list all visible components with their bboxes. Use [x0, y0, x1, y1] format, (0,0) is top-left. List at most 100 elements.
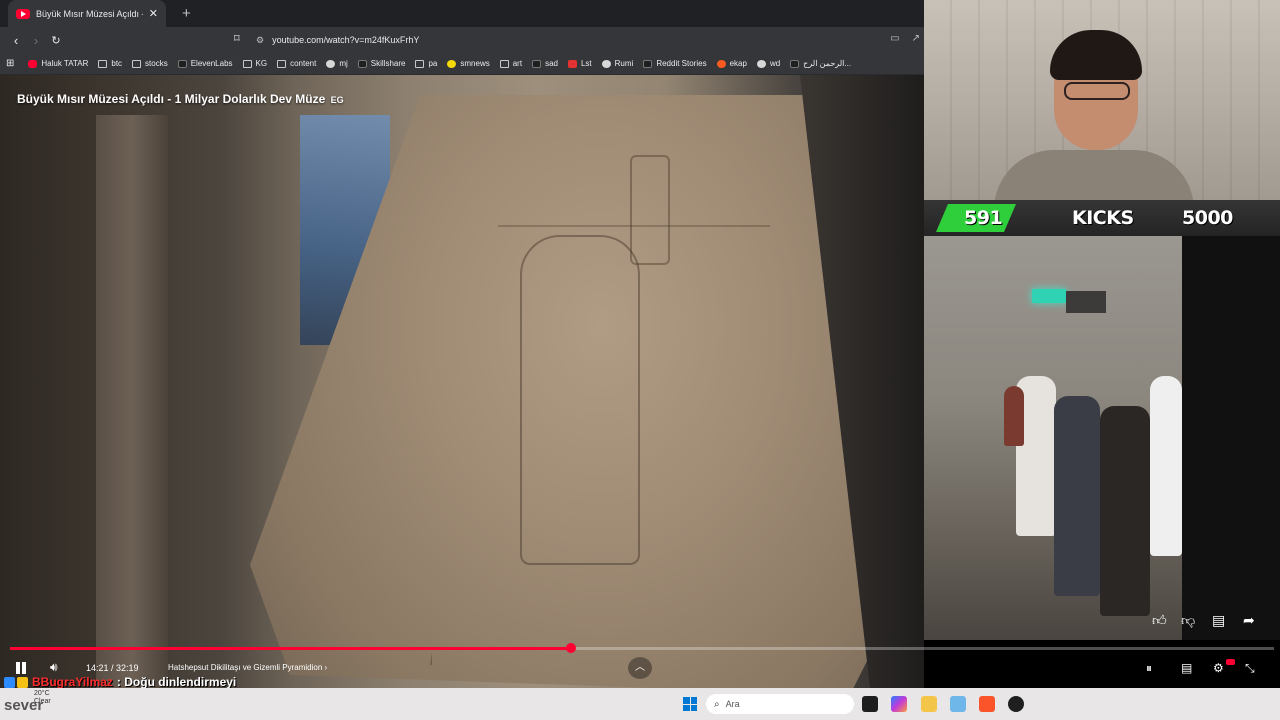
windows-taskbar: 20°C Clear sever ⌕ Ara: [0, 688, 1280, 720]
bookmark-item[interactable]: Reddit Stories: [643, 59, 707, 68]
bookmark-item[interactable]: KG: [242, 59, 267, 68]
relief-figure: [520, 235, 640, 565]
progress-bar[interactable]: [10, 643, 1274, 653]
pause-icon[interactable]: [14, 661, 28, 675]
youtube-favicon-icon: [16, 8, 30, 19]
apps-grid-icon[interactable]: ⊞: [6, 58, 14, 69]
bookmark-item[interactable]: sad: [532, 59, 558, 68]
app-icon[interactable]: [1008, 696, 1024, 712]
kicks-label: KICKS: [1072, 207, 1134, 229]
folder-icon: [499, 59, 509, 68]
back-arrow-icon[interactable]: ‹: [6, 33, 26, 48]
bookmark-item[interactable]: mj: [326, 59, 348, 68]
file-explorer-icon[interactable]: [921, 696, 937, 712]
address-bar[interactable]: ⚙ youtube.com/watch?v=m24fKuxFrhY: [256, 31, 916, 49]
windows-start-icon[interactable]: [683, 697, 697, 711]
autoplay-toggle[interactable]: ⏸: [1146, 661, 1152, 676]
task-view-icon[interactable]: [862, 696, 878, 712]
bookmark-item[interactable]: Rumi: [601, 59, 634, 68]
toolbar-right: ▭ ↗: [890, 33, 920, 44]
bookmarks-bar: ⊞ Haluk TATAR btc stocks ElevenLabs KG conten…: [0, 53, 924, 75]
kicks-current: 591: [964, 207, 1003, 229]
bookmark-label: Rumi: [614, 59, 634, 68]
site-icon: [790, 59, 800, 68]
share-icon[interactable]: ↗: [912, 33, 920, 44]
streamer-shirt: [994, 150, 1194, 200]
browser-toolbar: ‹ › ↻ ⌑ ⚙ youtube.com/watch?v=m24fKuxFrh…: [0, 27, 924, 53]
bookmark-item[interactable]: ElevenLabs: [177, 59, 233, 68]
comments-icon[interactable]: ▤: [1212, 612, 1225, 629]
search-icon: ⌕: [714, 698, 720, 710]
relief-crown: [630, 155, 670, 265]
like-icon[interactable]: 👍︎: [1152, 612, 1167, 629]
bookmark-item[interactable]: content: [277, 59, 316, 68]
bookmark-label: الرحمن الرح...: [803, 59, 852, 68]
video-title[interactable]: Büyük Mısır Müzesi Açıldı - 1 Milyar Dol…: [17, 92, 344, 106]
snipping-tool-icon[interactable]: [950, 696, 966, 712]
glasses: [1064, 82, 1130, 100]
bookmark-item[interactable]: btc: [98, 59, 122, 68]
share-arrow-icon[interactable]: ➦: [1243, 612, 1255, 629]
bookmark-item[interactable]: الرحمن الرح...: [790, 59, 851, 68]
chat-text: : Doğu dinlendirmeyi: [116, 675, 237, 689]
bookmark-label: mj: [339, 59, 348, 68]
folder-icon: [277, 59, 287, 68]
bookmark-label: content: [290, 59, 317, 68]
museum-pillar: [96, 115, 168, 688]
forward-arrow-icon[interactable]: ›: [26, 33, 46, 48]
bookmark-item[interactable]: Lst: [567, 59, 592, 68]
bookmark-item[interactable]: art: [499, 59, 523, 68]
chapter-title[interactable]: Hatshepsut Dikilitaşı ve Gizemli Pyramid…: [168, 663, 327, 672]
screen: Büyük Mısır Müzesi Açıldı - 1 ✕ + ‹ › ↻ …: [0, 0, 1280, 720]
bookmark-item[interactable]: wd: [756, 59, 780, 68]
exit-fullscreen-icon[interactable]: ⤡: [1245, 661, 1255, 676]
bookmark-label: stocks: [145, 59, 168, 68]
site-icon: [447, 59, 457, 68]
chat-badges: [4, 676, 28, 688]
site-icon: [567, 59, 577, 68]
bookmark-label: art: [512, 59, 523, 68]
site-info-icon[interactable]: ⚙: [256, 35, 264, 46]
video-title-text: Büyük Mısır Müzesi Açıldı - 1 Milyar Dol…: [17, 92, 326, 106]
bookmark-item[interactable]: smnews: [447, 59, 490, 68]
tab-bar: Büyük Mısır Müzesi Açıldı - 1 ✕ +: [0, 0, 924, 27]
settings-gear-icon[interactable]: ⚙: [1213, 661, 1224, 675]
taskbar-search[interactable]: ⌕ Ara: [706, 694, 854, 714]
reload-icon[interactable]: ↻: [46, 34, 66, 47]
bookmark-icon[interactable]: ⌑: [234, 32, 240, 45]
browser-tab[interactable]: Büyük Mısır Müzesi Açıldı - 1 ✕: [8, 0, 166, 27]
bookmark-label: btc: [111, 59, 123, 68]
museum-scene: [924, 236, 1182, 640]
dislike-icon[interactable]: 👎︎: [1181, 612, 1195, 629]
site-icon: [643, 59, 653, 68]
brave-browser-icon[interactable]: [979, 696, 995, 712]
close-icon[interactable]: ✕: [149, 7, 158, 20]
site-icon: [177, 59, 187, 68]
bookmark-label: smnews: [460, 59, 490, 68]
chapter-text: Hatshepsut Dikilitaşı ve Gizemli Pyramid…: [168, 663, 323, 672]
bookmark-item[interactable]: pa: [415, 59, 437, 68]
progress-played: [10, 647, 572, 650]
site-icon: [601, 59, 611, 68]
bookmark-item[interactable]: Haluk TATAR: [28, 59, 88, 68]
site-icon: [357, 59, 367, 68]
bookmark-item[interactable]: stocks: [132, 59, 168, 68]
subtitles-icon[interactable]: ▤: [1181, 661, 1192, 675]
cast-icon[interactable]: ▭: [890, 33, 899, 44]
title-flag: EG: [330, 95, 344, 105]
site-icon: [326, 59, 336, 68]
bookmark-label: ekap: [729, 59, 747, 68]
bookmark-item[interactable]: ekap: [716, 59, 747, 68]
volume-icon[interactable]: 🔊︎: [50, 660, 58, 675]
video-player[interactable]: Büyük Mısır Müzesi Açıldı - 1 Milyar Dol…: [0, 75, 924, 688]
time-display: 14:21 / 32:19: [86, 663, 139, 673]
copilot-icon[interactable]: [891, 696, 907, 712]
visitor-black-shirt: [1100, 406, 1150, 616]
chevron-up-icon[interactable]: ︿: [628, 657, 652, 679]
plus-icon[interactable]: +: [182, 5, 191, 22]
bookmark-label: Haluk TATAR: [41, 59, 89, 68]
gift-badge-icon: [17, 676, 28, 688]
chat-username: BBugraYilmaz: [32, 675, 113, 689]
bookmark-item[interactable]: Skillshare: [357, 59, 405, 68]
search-placeholder: Ara: [725, 699, 740, 709]
